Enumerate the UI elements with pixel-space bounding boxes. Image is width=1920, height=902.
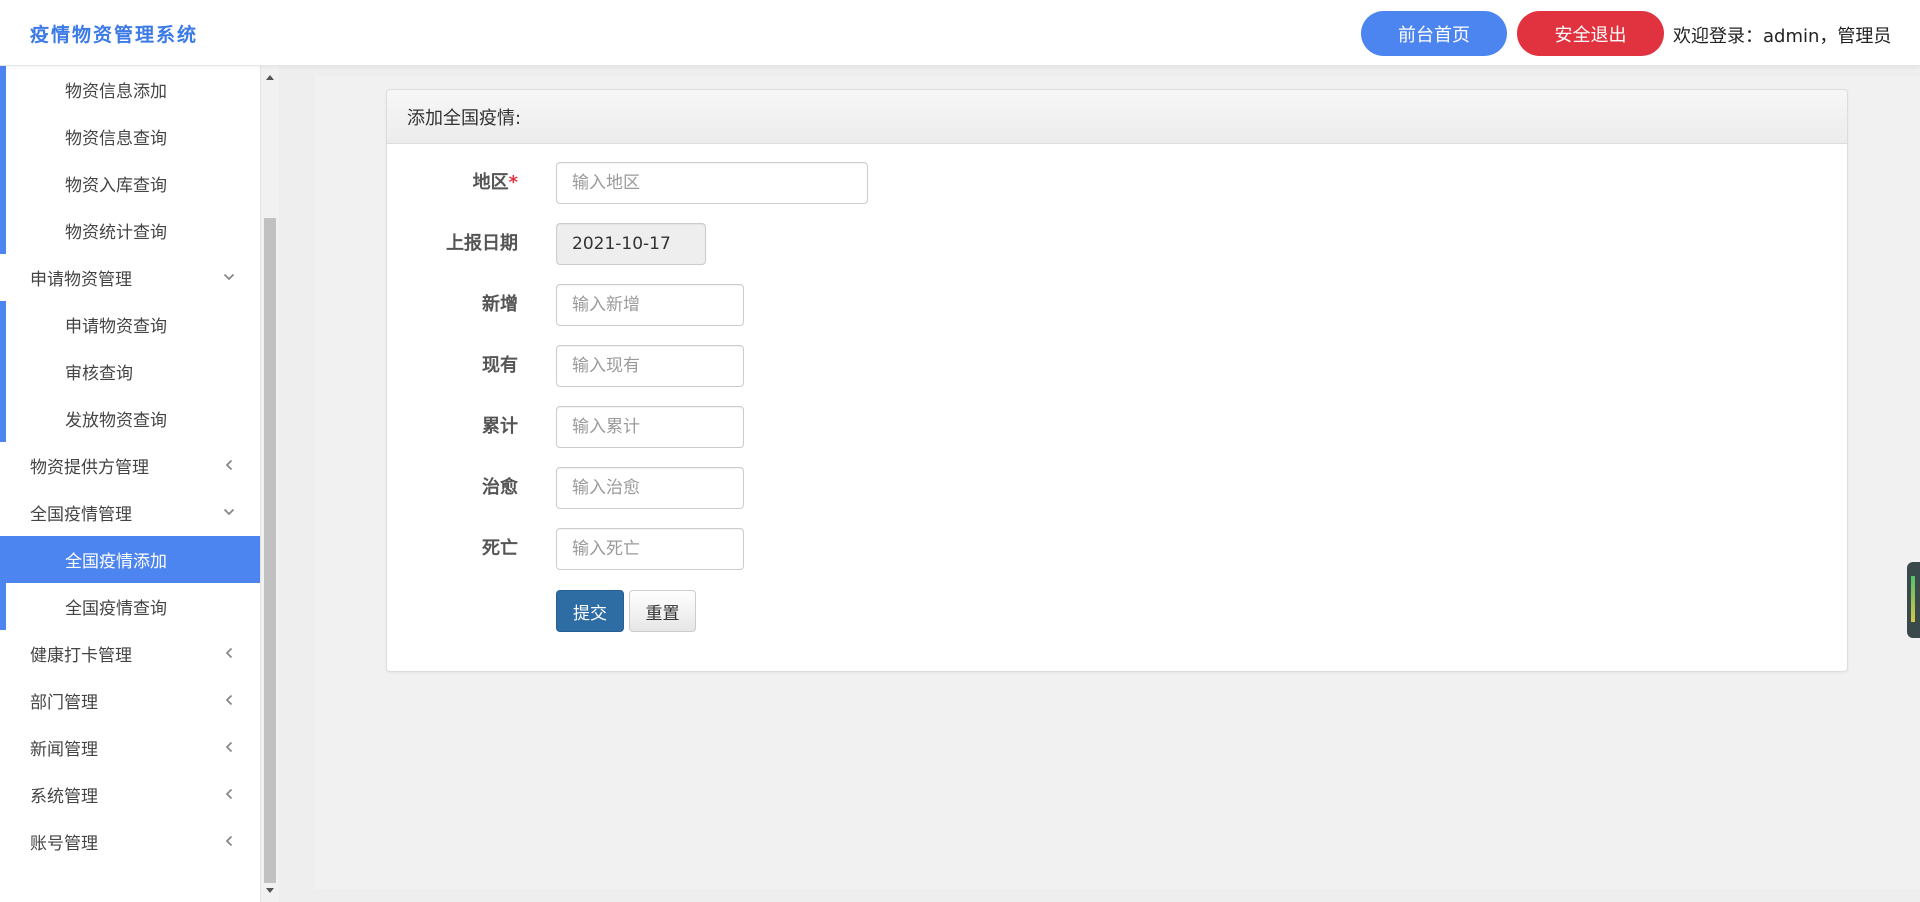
top-header: 疫情物资管理系统 前台首页 安全退出 欢迎登录：admin，管理员 [0,0,1920,66]
chevron-left-icon [220,691,238,709]
sidebar-item-label: 健康打卡管理 [30,646,132,666]
sidebar-item[interactable]: 系统管理 [0,771,260,818]
chevron-left-icon [220,456,238,474]
sidebar-item[interactable]: 健康打卡管理 [0,630,260,677]
dead-input[interactable] [556,528,744,570]
date-label: 上报日期 [446,233,518,254]
sidebar-item-label: 物资提供方管理 [30,458,149,478]
sidebar-item-label: 全国疫情管理 [30,505,132,525]
sidebar-item[interactable]: 全国疫情管理 [0,489,260,536]
scroll-up-icon[interactable] [265,72,275,82]
sidebar-item-label: 申请物资查询 [65,317,167,337]
sidebar-item[interactable]: 物资提供方管理 [0,442,260,489]
scroll-down-icon[interactable] [265,886,275,896]
chevron-down-icon [220,503,238,521]
form-row-new: 新增 [387,284,1847,326]
required-mark: * [508,172,518,193]
region-label-text: 地区 [472,172,509,193]
form-row-dead: 死亡 [387,528,1847,570]
form-row-region: 地区* [387,162,1847,204]
total-input[interactable] [556,406,744,448]
sidebar-item[interactable]: 账号管理 [0,818,260,865]
region-label: 地区* [398,168,518,194]
dead-label: 死亡 [482,538,518,559]
new-input[interactable] [556,284,744,326]
sidebar-item[interactable]: 申请物资管理 [0,254,260,301]
sidebar-item[interactable]: 部门管理 [0,677,260,724]
total-label: 累计 [482,416,518,437]
sidebar-item-label: 物资统计查询 [65,223,167,243]
sidebar-item-label: 物资入库查询 [65,176,167,196]
scrollbar-thumb[interactable] [264,218,276,883]
app-title: 疫情物资管理系统 [30,24,199,46]
region-input[interactable] [556,162,868,204]
side-widget-icon[interactable] [1907,562,1920,638]
new-label: 新增 [482,294,518,315]
form-row-current: 现有 [387,345,1847,387]
add-epidemic-panel: 添加全国疫情: 地区* 上报日期 新增 现有 累计 治愈 死亡 提交 重置 [386,89,1848,672]
sidebar-item-label: 全国疫情添加 [65,552,167,572]
date-input[interactable] [556,223,706,265]
submit-button[interactable]: 提交 [556,590,624,632]
current-label: 现有 [482,355,518,376]
welcome-text: 欢迎登录：admin，管理员 [1673,26,1892,47]
sidebar-item-label: 发放物资查询 [65,411,167,431]
sidebar-item[interactable]: 审核查询 [0,348,260,395]
chevron-left-icon [220,785,238,803]
sidebar-item[interactable]: 新闻管理 [0,724,260,771]
sidebar-item[interactable]: 全国疫情添加 [0,536,260,583]
sidebar-item[interactable]: 物资入库查询 [0,160,260,207]
sidebar-item-label: 新闻管理 [30,740,98,760]
sidebar-item[interactable]: 物资统计查询 [0,207,260,254]
sidebar-item-label: 物资信息查询 [65,129,167,149]
logout-button[interactable]: 安全退出 [1517,11,1664,56]
sidebar-item[interactable]: 物资信息添加 [0,66,260,113]
sidebar: 物资信息添加 物资信息查询 物资入库查询 物资统计查询申请物资管理申请物资查询 审核查询… [0,66,260,902]
cured-input[interactable] [556,467,744,509]
form-row-cured: 治愈 [387,467,1847,509]
sidebar-item-label: 部门管理 [30,693,98,713]
form-row-total: 累计 [387,406,1847,448]
chevron-left-icon [220,832,238,850]
sidebar-item-label: 物资信息添加 [65,82,167,102]
panel-title: 添加全国疫情: [387,90,1847,144]
sidebar-item-label: 系统管理 [30,787,98,807]
sidebar-scrollbar[interactable] [260,66,279,902]
home-button[interactable]: 前台首页 [1361,11,1507,56]
current-input[interactable] [556,345,744,387]
chevron-left-icon [220,738,238,756]
sidebar-item-label: 申请物资管理 [30,270,132,290]
cured-label: 治愈 [482,477,518,498]
form-row-date: 上报日期 [387,223,1847,265]
sidebar-item[interactable]: 物资信息查询 [0,113,260,160]
chevron-down-icon [220,268,238,286]
reset-button[interactable]: 重置 [629,590,696,632]
sidebar-item-label: 全国疫情查询 [65,599,167,619]
sidebar-item-label: 审核查询 [65,364,133,384]
sidebar-item[interactable]: 发放物资查询 [0,395,260,442]
sidebar-menu: 物资信息添加 物资信息查询 物资入库查询 物资统计查询申请物资管理申请物资查询 审核查询… [0,66,260,865]
sidebar-item[interactable]: 全国疫情查询 [0,583,260,630]
sidebar-item[interactable]: 申请物资查询 [0,301,260,348]
sidebar-item-label: 账号管理 [30,834,98,854]
chevron-left-icon [220,644,238,662]
